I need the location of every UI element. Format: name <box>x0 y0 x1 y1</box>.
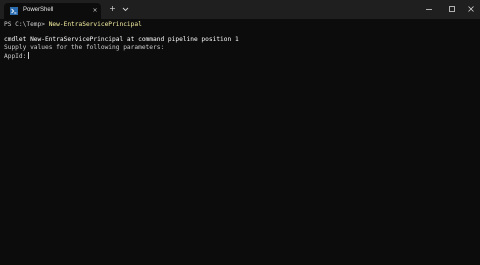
appid-prompt-line: AppId: <box>4 52 30 60</box>
tab-close-button[interactable]: × <box>91 6 99 15</box>
powershell-icon <box>10 7 18 15</box>
terminal-window: PowerShell × + PS C:\Temp> New-EntraServ… <box>0 0 480 265</box>
minimize-button[interactable] <box>423 3 435 15</box>
prompt-line: PS C:\Temp> New-EntraServicePrincipal <box>4 21 142 29</box>
close-button[interactable] <box>465 3 477 15</box>
appid-label: AppId: <box>4 53 27 60</box>
terminal-output[interactable]: PS C:\Temp> New-EntraServicePrincipal cm… <box>4 20 474 260</box>
maximize-icon <box>449 6 455 12</box>
maximize-button[interactable] <box>446 3 458 15</box>
chevron-down-icon[interactable] <box>121 4 130 14</box>
title-bar: PowerShell × + <box>0 0 480 19</box>
new-tab-button[interactable]: + <box>108 4 117 14</box>
prompt-text: PS C:\Temp> <box>4 21 49 28</box>
text-cursor <box>28 52 30 59</box>
cmdlet-line: cmdlet New-EntraServicePrincipal at comm… <box>4 36 239 43</box>
command-text: New-EntraServicePrincipal <box>48 21 142 28</box>
tab-powershell[interactable]: PowerShell × <box>4 3 101 19</box>
supply-values-line: Supply values for the following paramete… <box>4 44 165 51</box>
close-icon <box>468 6 474 12</box>
minimize-icon <box>426 9 432 10</box>
tab-label: PowerShell <box>23 7 54 13</box>
